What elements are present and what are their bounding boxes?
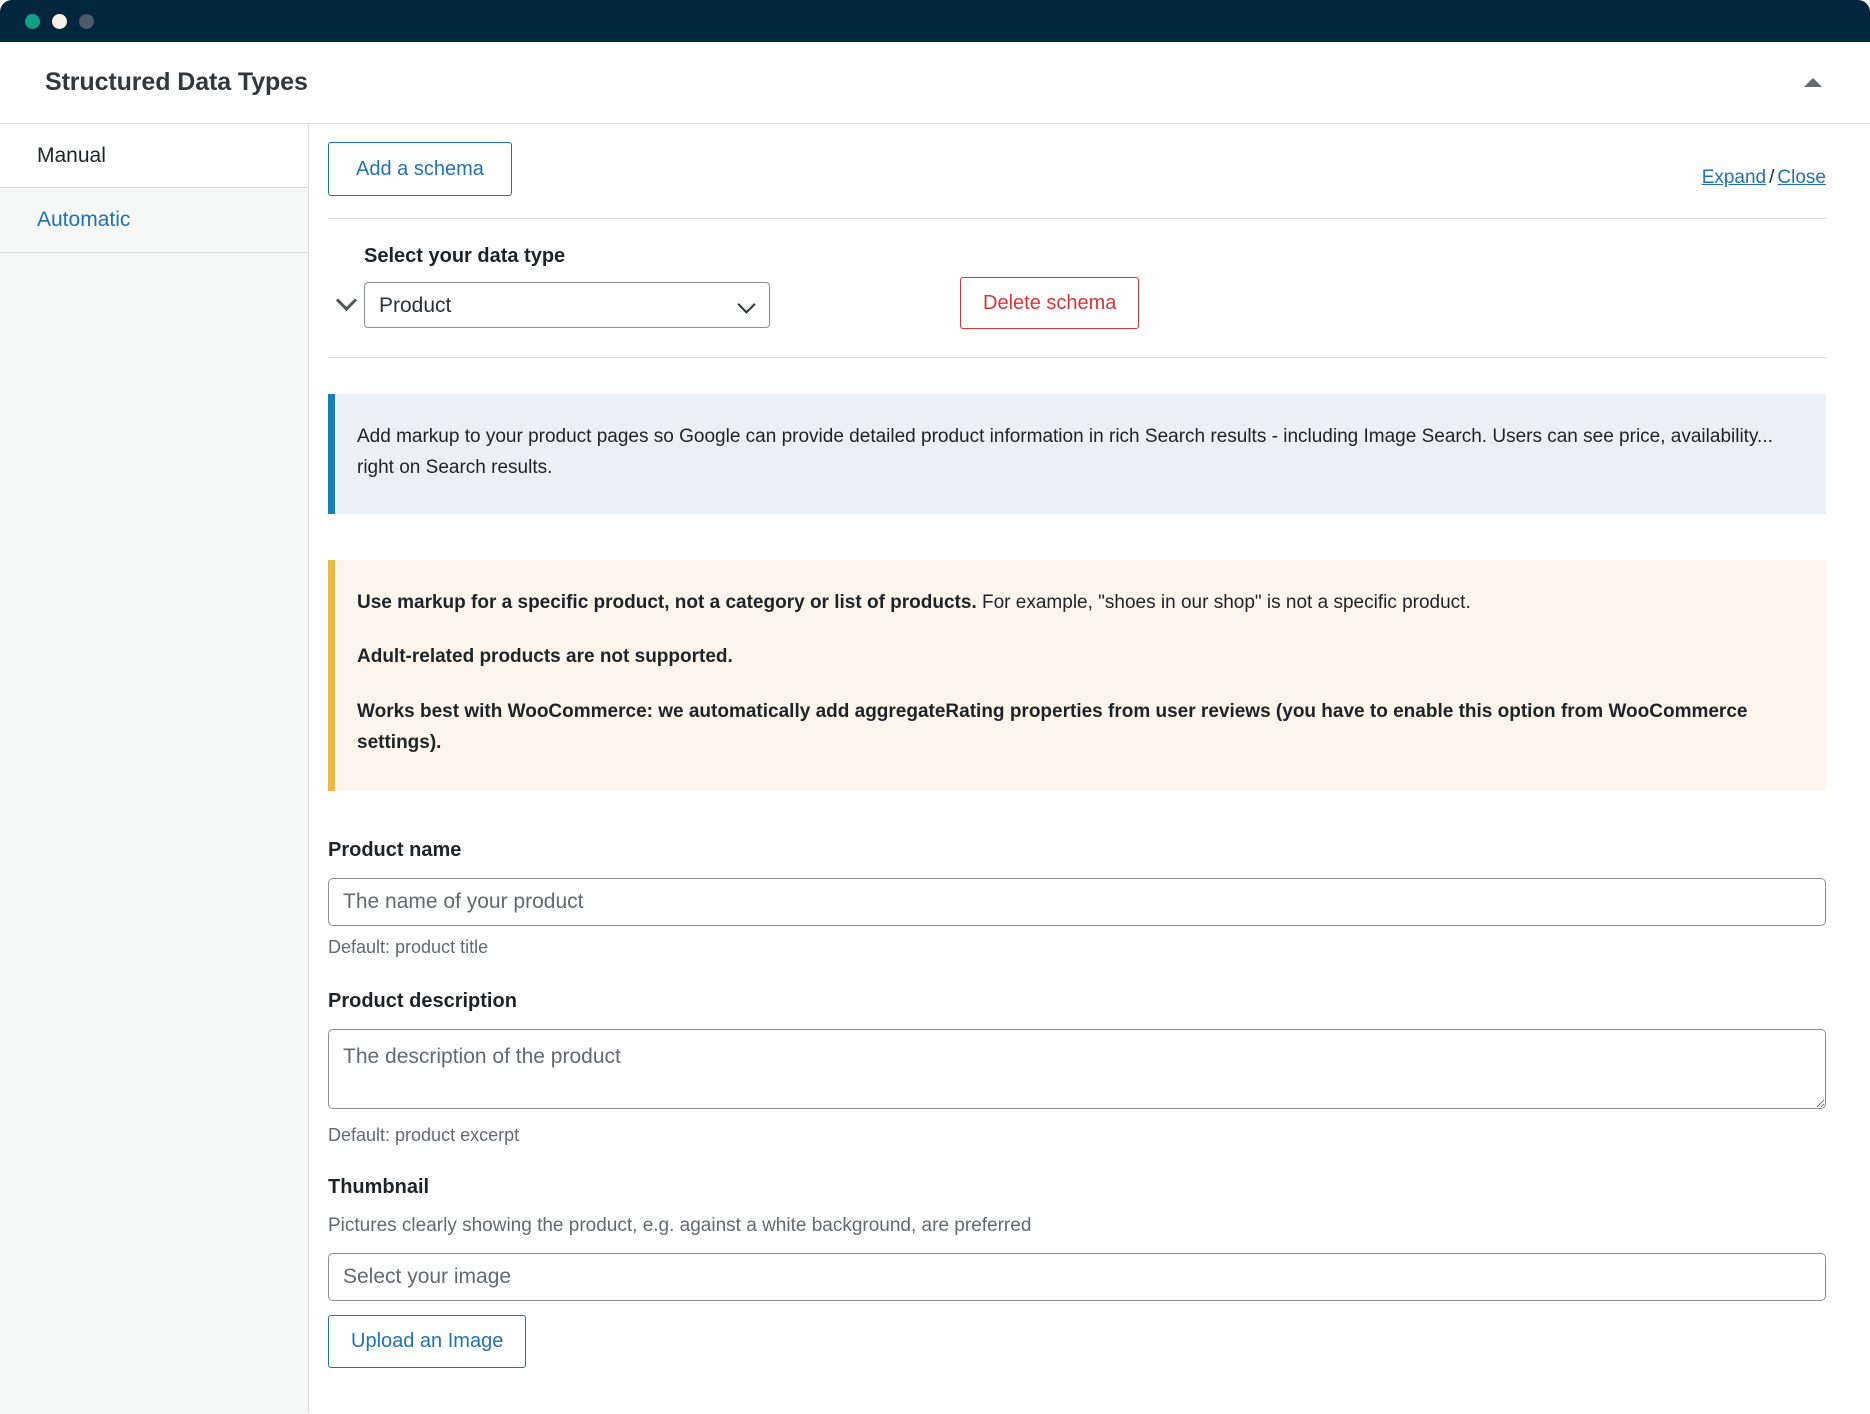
close-link[interactable]: Close	[1777, 167, 1826, 188]
expand-close-links: Expand / Close	[1702, 142, 1826, 189]
page-title: Structured Data Types	[45, 68, 308, 96]
warning-paragraph-bold: Use markup for a specific product, not a…	[357, 591, 977, 613]
warning-paragraph: Works best with WooCommerce: we automati…	[357, 697, 1792, 759]
product-description-help: Default: product excerpt	[328, 1124, 520, 1145]
window-titlebar	[0, 0, 1870, 42]
thumbnail-input[interactable]	[328, 1252, 1826, 1301]
main-toolbar: Add a schema Expand / Close	[328, 124, 1826, 196]
schema-collapse-toggle[interactable]	[328, 245, 364, 331]
panel-body: Manual Automatic Add a schema Expand / Clo…	[0, 124, 1870, 1414]
panel-header: Structured Data Types	[0, 42, 1870, 124]
panel-collapse-button[interactable]	[1800, 70, 1826, 96]
schema-divider	[328, 357, 1826, 358]
delete-schema-button[interactable]: Delete schema	[960, 277, 1140, 329]
yellow-dot[interactable]	[52, 13, 67, 29]
product-name-help: Default: product title	[328, 936, 489, 957]
warning-paragraph-rest: For example, "shoes in our shop" is not …	[976, 591, 1471, 613]
warning-notice: Use markup for a specific product, not a…	[328, 559, 1826, 791]
sidebar-empty-area	[0, 252, 308, 1414]
datatype-select-wrap: Product	[364, 282, 770, 328]
chevron-down-icon	[335, 289, 357, 312]
form-area: Product name Default: product title Prod…	[328, 791, 1826, 1368]
warning-paragraph-bold: Adult-related products are not supported…	[357, 646, 733, 668]
product-description-label: Product description	[328, 989, 517, 1012]
sidebar-item-label: Manual	[37, 144, 106, 167]
product-name-label: Product name	[328, 838, 462, 861]
thumbnail-group: Thumbnail Pictures clearly showing the p…	[328, 1176, 1826, 1368]
product-description-group: Product description Default: product exc…	[328, 990, 1826, 1146]
thumbnail-label: Thumbnail	[328, 1175, 430, 1198]
app-window: Structured Data Types Manual Automatic A…	[0, 0, 1870, 1414]
warning-paragraph: Adult-related products are not supported…	[357, 642, 1792, 673]
add-schema-button[interactable]: Add a schema	[328, 142, 512, 196]
triangle-up-icon	[1804, 78, 1822, 87]
thumbnail-hint: Pictures clearly showing the product, e.…	[328, 1214, 1032, 1236]
datatype-label: Select your data type	[364, 245, 566, 267]
info-notice: Add markup to your product pages so Goog…	[328, 394, 1826, 514]
form-spacer	[328, 958, 1826, 990]
schema-block: Select your data type Product Delete sch…	[328, 219, 1826, 1368]
main-content: Add a schema Expand / Close Select your da…	[309, 124, 1870, 1413]
product-name-input[interactable]	[328, 877, 1826, 926]
link-separator: /	[1769, 167, 1775, 188]
gray-dot[interactable]	[79, 13, 94, 29]
sidebar: Manual Automatic	[0, 124, 309, 1414]
warning-paragraph-bold: Works best with WooCommerce: we automati…	[357, 701, 1748, 753]
info-notice-text: Add markup to your product pages so Goog…	[357, 426, 1773, 478]
warning-paragraph: Use markup for a specific product, not a…	[357, 588, 1792, 619]
expand-link[interactable]: Expand	[1702, 167, 1766, 188]
sidebar-item-manual[interactable]: Manual	[0, 124, 308, 188]
datatype-group: Select your data type Product	[364, 245, 770, 328]
datatype-select[interactable]: Product	[364, 282, 770, 328]
upload-image-button[interactable]: Upload an Image	[328, 1314, 527, 1368]
datatype-row: Select your data type Product Delete sch…	[328, 219, 1826, 331]
product-name-group: Product name Default: product title	[328, 839, 1826, 958]
sidebar-item-automatic[interactable]: Automatic	[0, 187, 308, 253]
product-description-input[interactable]	[328, 1028, 1826, 1109]
sidebar-item-label: Automatic	[37, 208, 131, 232]
green-dot[interactable]	[25, 13, 40, 29]
